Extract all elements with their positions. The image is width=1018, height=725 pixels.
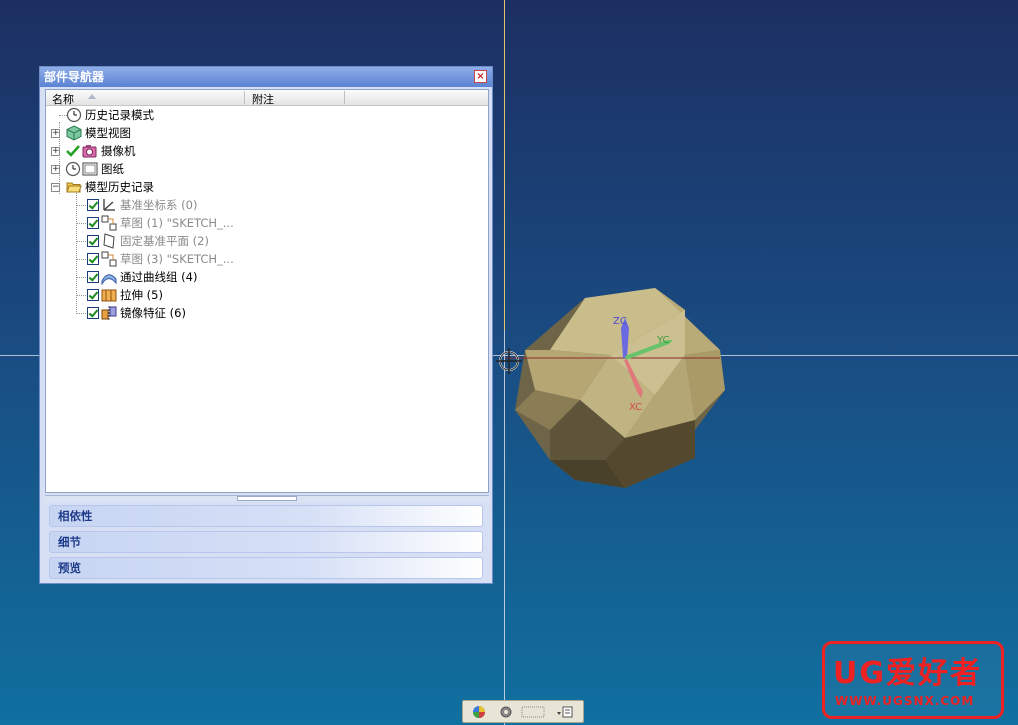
folder-open-icon	[66, 182, 82, 193]
tree-item-label: 图纸	[101, 162, 124, 176]
selection-toolbar	[462, 700, 584, 723]
feature-visibility-checkbox[interactable]	[87, 253, 99, 265]
tree-connector	[76, 241, 86, 242]
camera-icon	[82, 145, 97, 158]
tree-connector	[76, 259, 86, 260]
clock-icon	[65, 161, 81, 177]
sketch-icon	[101, 251, 117, 267]
tree-connector	[76, 313, 86, 314]
feature-label: 通过曲线组 (4)	[120, 270, 198, 284]
watermark-url: WWW.UGSNX.COM	[835, 694, 975, 708]
sketch-icon	[101, 215, 117, 231]
feature-label: 镜像特征 (6)	[120, 306, 186, 320]
mirror-feature-icon	[101, 306, 117, 320]
tree-connector	[76, 205, 86, 206]
splitter-handle[interactable]	[237, 496, 297, 501]
tree-item-model-history[interactable]: − 模型历史记录	[46, 178, 486, 196]
feature-visibility-checkbox[interactable]	[87, 271, 99, 283]
toolbar-options-icon[interactable]	[555, 704, 575, 720]
tree-column-header: 名称 附注	[46, 90, 488, 106]
feature-visibility-checkbox[interactable]	[87, 235, 99, 247]
feature-row[interactable]: 草图 (1) "SKETCH_...	[46, 214, 486, 232]
crosshair-cursor-icon	[496, 348, 522, 374]
axis-label-y: YC	[656, 335, 670, 346]
tree-item-history-mode[interactable]: 历史记录模式	[46, 106, 486, 124]
feature-row[interactable]: 固定基准平面 (2)	[46, 232, 486, 250]
clock-icon	[66, 107, 82, 123]
expand-plus-icon[interactable]: +	[51, 129, 60, 138]
feature-label: 拉伸 (5)	[120, 288, 163, 302]
tree-item-label: 摄像机	[101, 144, 136, 158]
tree-item-drawings[interactable]: + 图纸	[46, 160, 486, 178]
close-icon: ×	[476, 71, 485, 82]
tree-item-model-views[interactable]: + 模型视图	[46, 124, 486, 142]
section-details[interactable]: 细节	[49, 531, 483, 553]
tree-item-label: 模型历史记录	[85, 180, 154, 194]
check-mark-icon	[66, 145, 80, 157]
feature-visibility-checkbox[interactable]	[87, 289, 99, 301]
close-button[interactable]: ×	[474, 70, 487, 83]
part-navigator-title-bar[interactable]: 部件导航器 ×	[40, 67, 492, 87]
column-notes-header[interactable]: 附注	[252, 91, 274, 107]
feature-visibility-checkbox[interactable]	[87, 217, 99, 229]
watermark-main-text: UG爱好者	[833, 656, 982, 691]
part-navigator-title: 部件导航器	[44, 70, 105, 84]
through-curves-icon	[101, 274, 117, 285]
datum-csys-icon	[103, 199, 115, 211]
tree-item-label: 模型视图	[85, 126, 131, 140]
drawing-sheet-icon	[82, 162, 98, 176]
section-dependencies[interactable]: 相依性	[49, 505, 483, 527]
feature-label: 基准坐标系 (0)	[120, 198, 198, 212]
datum-plane-icon	[103, 233, 115, 249]
feature-row[interactable]: 镜像特征 (6)	[46, 304, 486, 322]
panel-splitter[interactable]	[45, 495, 489, 502]
sort-ascending-icon	[88, 94, 96, 99]
cube-icon	[66, 125, 82, 141]
axis-label-z: ZC	[613, 316, 627, 327]
section-label: 预览	[58, 561, 81, 575]
tree-connector	[76, 295, 86, 296]
3d-model[interactable]: ZC YC XC	[505, 280, 735, 495]
feature-label: 草图 (3) "SKETCH_...	[120, 252, 234, 266]
section-label: 相依性	[58, 509, 93, 523]
feature-label: 固定基准平面 (2)	[120, 234, 209, 248]
gear-icon[interactable]	[498, 704, 514, 720]
collapse-minus-icon[interactable]: −	[51, 183, 60, 192]
feature-row[interactable]: 草图 (3) "SKETCH_...	[46, 250, 486, 268]
feature-row[interactable]: 基准坐标系 (0)	[46, 196, 486, 214]
column-separator[interactable]	[244, 91, 245, 104]
navigator-tree[interactable]: 名称 附注 历史记录模式 + 模型视图 + 摄像机 + 图纸 − 模型历史记录 …	[45, 89, 489, 493]
tree-connector	[76, 223, 86, 224]
feature-row[interactable]: 通过曲线组 (4)	[46, 268, 486, 286]
column-separator[interactable]	[344, 91, 345, 104]
tree-connector	[76, 277, 86, 278]
tree-item-cameras[interactable]: + 摄像机	[46, 142, 486, 160]
watermark-logo: UG爱好者 WWW.UGSNX.COM	[822, 641, 1004, 719]
axis-label-x: XC	[629, 402, 642, 413]
column-name-header[interactable]: 名称	[52, 91, 74, 107]
extrude-icon	[101, 289, 117, 302]
feature-visibility-checkbox[interactable]	[87, 199, 99, 211]
tree-item-label: 历史记录模式	[85, 108, 154, 122]
part-navigator-panel: 部件导航器 × 名称 附注 历史记录模式 + 模型视图 + 摄像机 + 图纸 −…	[39, 66, 493, 584]
color-palette-icon[interactable]	[471, 704, 487, 720]
expand-plus-icon[interactable]: +	[51, 165, 60, 174]
expand-plus-icon[interactable]: +	[51, 147, 60, 156]
feature-row[interactable]: 拉伸 (5)	[46, 286, 486, 304]
feature-label: 草图 (1) "SKETCH_...	[120, 216, 234, 230]
section-label: 细节	[58, 535, 81, 549]
grid-toggle-icon[interactable]	[521, 704, 545, 720]
feature-visibility-checkbox[interactable]	[87, 307, 99, 319]
section-preview[interactable]: 预览	[49, 557, 483, 579]
